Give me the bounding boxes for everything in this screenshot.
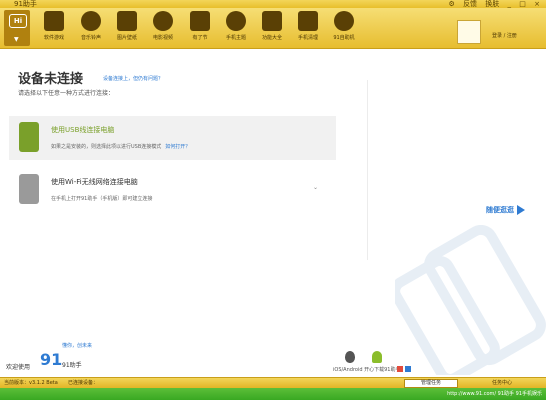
platforms-text: iOS/Android 开心下载91助手 — [333, 367, 401, 373]
divider — [367, 80, 368, 260]
feedback-button[interactable]: 反馈 — [463, 0, 477, 8]
option-desc: 如果之是安装的，则选择此项以进行USB连接模式 如何打开？ — [51, 144, 191, 150]
weibo-icon[interactable] — [397, 366, 403, 372]
phones-illustration — [395, 225, 546, 375]
qzone-icon[interactable] — [405, 366, 411, 372]
phone-square-icon — [190, 11, 210, 31]
usb-plug-icon — [19, 122, 39, 152]
main-toolbar: Hi ▼ 软件游戏 音乐铃声 图片壁纸 电影视频 有了节 手机主题 功能大全 手… — [0, 8, 546, 49]
option-desc: 在手机上打开91助手（手机版）即可建立连接 — [51, 196, 153, 202]
toolbar-item-91[interactable]: 91自助机 — [328, 11, 360, 41]
try-button[interactable]: 随便逛逛 — [486, 205, 525, 215]
settings-icon[interactable]: ⚙ — [449, 0, 455, 8]
toolbar-item-tools[interactable]: 功能大全 — [256, 11, 288, 41]
wifi-connect-option[interactable]: 使用Wi-Fi无线网络连接电脑 在手机上打开91助手（手机版）即可建立连接 ⌄ — [9, 168, 336, 212]
login-link[interactable]: 登录 / 注册 — [492, 32, 517, 39]
page-title: 设备未连接 — [18, 72, 84, 87]
toolbar-item-apps[interactable]: 软件游戏 — [38, 11, 70, 41]
maximize-button[interactable]: □ — [519, 0, 526, 8]
usb-connect-option[interactable]: 使用USB线连接电脑 如果之是安装的，则选择此项以进行USB连接模式 如何打开？ — [9, 116, 336, 160]
title-bar: 91助手 ⚙ 反馈 换肤 _ □ × — [0, 0, 546, 8]
toolbox-icon — [262, 11, 282, 31]
connected-text: 已连接设备： — [68, 380, 99, 386]
film-reel-icon — [153, 11, 173, 31]
chevron-down-icon[interactable]: ⌄ — [313, 184, 318, 191]
hi-menu-button[interactable]: Hi ▼ — [4, 10, 30, 46]
trash-icon — [298, 11, 318, 31]
platforms — [345, 348, 383, 367]
chevron-down-icon: ▼ — [14, 36, 19, 43]
toolbar-item-themes[interactable]: 手机主题 — [220, 11, 252, 41]
task-manager-button[interactable]: 管理任务 — [404, 379, 458, 388]
avatar[interactable] — [457, 20, 481, 44]
option-title: 使用Wi-Fi无线网络连接电脑 — [51, 178, 138, 186]
logo: 91 91助手 懂你，创未来 — [40, 343, 93, 369]
91-circle-icon — [334, 11, 354, 31]
phone-wifi-icon — [19, 174, 39, 204]
option-title: 使用USB线连接电脑 — [51, 126, 115, 134]
skin-button[interactable]: 换肤 — [485, 0, 499, 8]
theme-brush-icon — [226, 11, 246, 31]
toolbar-item-clean[interactable]: 手机清理 — [292, 11, 324, 41]
close-button[interactable]: × — [534, 0, 540, 8]
apple-icon — [345, 351, 355, 363]
hi-bubble-icon: Hi — [9, 14, 27, 28]
toolbar-item-ebook[interactable]: 有了节 — [184, 11, 216, 41]
arrow-right-icon — [517, 205, 525, 215]
toolbar-item-music[interactable]: 音乐铃声 — [75, 11, 107, 41]
toolbar-item-images[interactable]: 图片壁纸 — [111, 11, 143, 41]
how-to-link[interactable]: 如何打开？ — [165, 144, 190, 150]
page-subtitle: 请选择以下任意一种方式进行连接： — [18, 90, 115, 97]
toolbar-item-video[interactable]: 电影视频 — [147, 11, 179, 41]
apps-grid-icon — [44, 11, 64, 31]
music-note-icon — [81, 11, 101, 31]
android-icon — [372, 351, 383, 363]
help-link[interactable]: 设备连接上，但仍有问题？ — [103, 75, 163, 82]
image-icon — [117, 11, 137, 31]
task-center-link[interactable]: 任务中心 — [492, 379, 512, 386]
footer-bar: http://www.91.com/ 91助手 91手机娱乐 — [0, 388, 546, 400]
version-text: 当前版本：v3.1.2 Beta — [4, 380, 58, 386]
welcome-text: 欢迎使用 — [6, 364, 31, 371]
minimize-button[interactable]: _ — [508, 0, 512, 8]
footer-url[interactable]: http://www.91.com/ 91助手 91手机娱乐 — [447, 390, 542, 397]
status-bar: 当前版本：v3.1.2 Beta 已连接设备： 管理任务 任务中心 — [0, 377, 546, 388]
